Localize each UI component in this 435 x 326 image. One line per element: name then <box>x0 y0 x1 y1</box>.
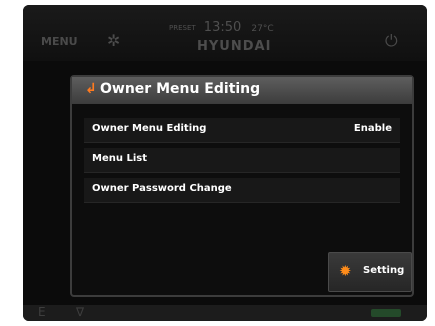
temperature-readout: 27°C <box>251 24 274 34</box>
list-item-label: Owner Password Change <box>92 183 232 194</box>
status-readout: PRESET 13:50 27°C <box>169 20 274 35</box>
preset-label: PRESET <box>169 23 196 32</box>
setting-button-label: Setting <box>363 265 405 276</box>
bottom-bar: E ∇ <box>23 305 427 321</box>
top-status-bar: MENU ✲ PRESET 13:50 27°C HYUNDAI ⏻ <box>23 5 427 61</box>
dialog-title: Owner Menu Editing <box>100 81 261 97</box>
fan-icon[interactable]: ✲ <box>107 31 120 50</box>
dialog-header: ↲ Owner Menu Editing <box>72 77 412 104</box>
head-unit-screen: MENU ✲ PRESET 13:50 27°C HYUNDAI ⏻ ↲ Own… <box>23 5 427 321</box>
list-item-owner-password-change[interactable]: Owner Password Change <box>84 178 400 203</box>
enable-status: Enable <box>353 123 392 134</box>
status-indicator <box>371 309 401 317</box>
bottom-icon-nabla[interactable]: ∇ <box>76 305 84 319</box>
list-item-label: Menu List <box>92 153 147 164</box>
list-item-label: Owner Menu Editing <box>92 123 207 134</box>
power-icon[interactable]: ⏻ <box>385 31 398 51</box>
bottom-icon-e[interactable]: E <box>38 305 46 319</box>
return-arrow-icon[interactable]: ↲ <box>85 81 97 97</box>
setting-button[interactable]: ✹ Setting <box>328 252 412 292</box>
gear-icon: ✹ <box>339 262 352 280</box>
brand-logo-text: HYUNDAI <box>197 39 272 54</box>
list-item-owner-menu-editing[interactable]: Owner Menu Editing Enable <box>84 118 400 143</box>
menu-button[interactable]: MENU <box>41 35 78 48</box>
owner-menu-dialog: ↲ Owner Menu Editing Owner Menu Editing … <box>70 75 414 297</box>
clock: 13:50 <box>203 20 242 35</box>
list-item-menu-list[interactable]: Menu List <box>84 148 400 173</box>
